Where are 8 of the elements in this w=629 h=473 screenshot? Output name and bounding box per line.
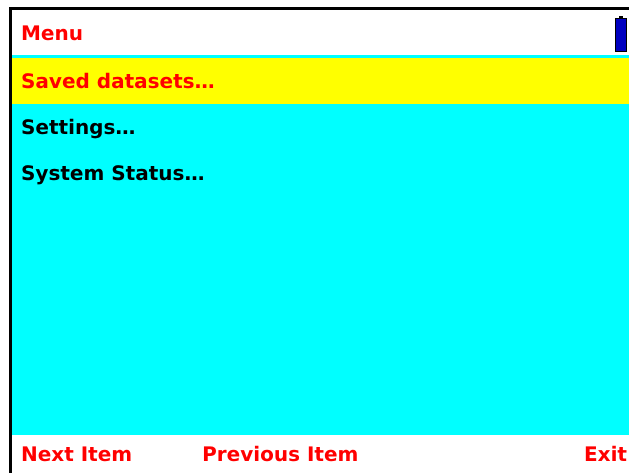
menu-item[interactable]: Saved datasets…: [12, 58, 629, 104]
battery-icon: [615, 16, 627, 52]
softkey[interactable]: Previous Item: [202, 442, 358, 466]
menu-title: Menu: [21, 20, 83, 44]
softkey[interactable]: Exit: [584, 442, 627, 466]
menu-item[interactable]: Settings…: [12, 104, 629, 150]
softkey[interactable]: Next Item: [21, 442, 132, 466]
menu-item[interactable]: System Status…: [12, 150, 629, 196]
